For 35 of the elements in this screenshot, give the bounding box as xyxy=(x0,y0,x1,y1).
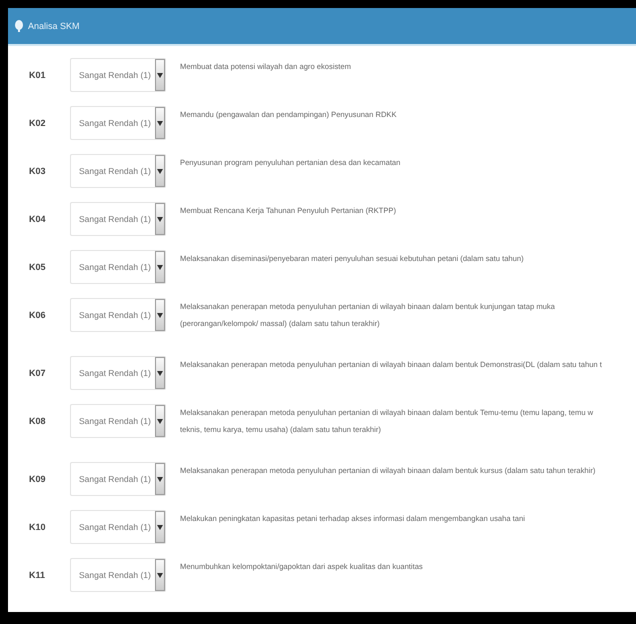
rating-select[interactable]: Sangat Rendah (1) xyxy=(70,462,166,496)
leaf-icon xyxy=(14,20,24,32)
item-code: K10 xyxy=(29,522,47,532)
caret-icon xyxy=(157,168,163,174)
caret-icon xyxy=(157,264,163,270)
item-code: K05 xyxy=(29,262,47,272)
caret-icon xyxy=(157,72,163,78)
caret-icon xyxy=(157,524,163,530)
item-code: K09 xyxy=(29,474,47,484)
rating-select[interactable]: Sangat Rendah (1) xyxy=(70,404,166,438)
item-code: K02 xyxy=(29,118,47,128)
item-code: K07 xyxy=(29,368,47,378)
item-code: K06 xyxy=(29,310,47,320)
rating-select[interactable]: Sangat Rendah (1) xyxy=(70,58,166,92)
rating-select[interactable]: Sangat Rendah (1) xyxy=(70,298,166,332)
panel-title: Analisa SKM xyxy=(28,21,80,31)
rating-select[interactable]: Sangat Rendah (1) xyxy=(70,356,166,390)
item-code: K03 xyxy=(29,166,47,176)
caret-icon xyxy=(157,120,163,126)
rating-select[interactable]: Sangat Rendah (1) xyxy=(70,250,166,284)
rating-select[interactable]: Sangat Rendah (1) xyxy=(70,106,166,140)
rating-select[interactable]: Sangat Rendah (1) xyxy=(70,154,166,188)
caret-icon xyxy=(157,572,163,578)
caret-icon xyxy=(157,216,163,222)
rating-select[interactable]: Sangat Rendah (1) xyxy=(70,510,166,544)
rating-select[interactable]: Sangat Rendah (1) xyxy=(70,202,166,236)
item-code: K04 xyxy=(29,214,47,224)
item-code: K11 xyxy=(29,570,46,580)
item-code: K08 xyxy=(29,416,47,426)
item-code: K01 xyxy=(29,70,47,80)
caret-icon xyxy=(157,312,163,318)
caret-icon xyxy=(157,418,163,424)
caret-icon xyxy=(157,370,163,376)
caret-icon xyxy=(157,476,163,482)
rating-select[interactable]: Sangat Rendah (1) xyxy=(70,558,166,592)
